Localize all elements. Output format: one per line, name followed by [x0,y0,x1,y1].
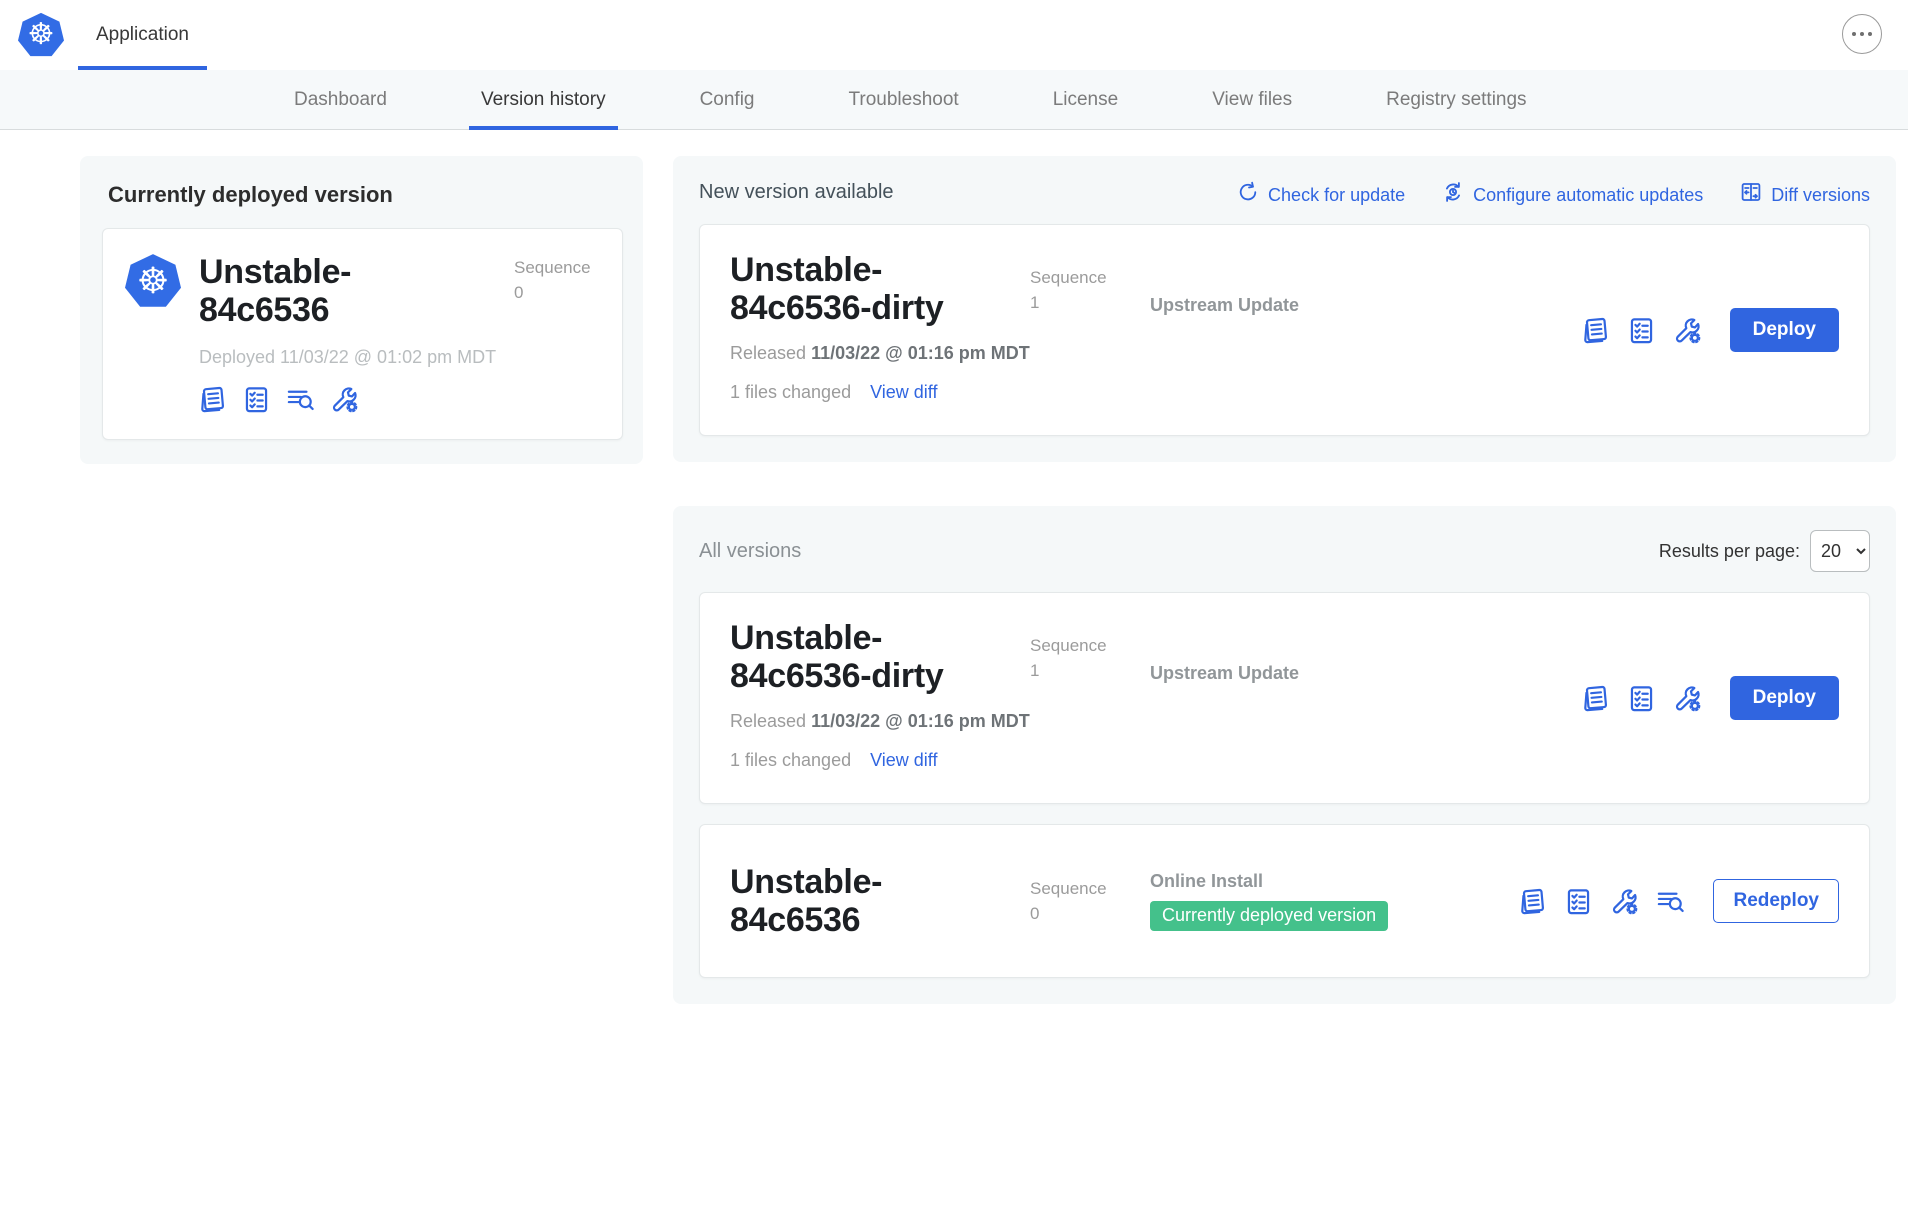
release-notes-icon[interactable] [1580,683,1611,714]
ellipsis-icon [1852,32,1856,36]
deployed-timestamp: Deployed 11/03/22 @ 01:02 pm MDT [199,347,598,368]
version-title: Unstable-84c6536 [730,863,992,939]
release-notes-icon[interactable] [197,384,228,415]
version-row: Unstable-84c6536-dirty Released 11/03/22… [699,592,1870,804]
new-version-title: New version available [699,181,894,204]
view-diff-link[interactable]: View diff [870,382,937,402]
version-source: Upstream Update [1150,663,1299,683]
deploy-button[interactable]: Deploy [1730,308,1839,352]
auto-update-icon [1441,180,1465,204]
tab-view-files[interactable]: View files [1200,70,1304,129]
version-title: Unstable-84c6536-dirty [730,619,992,695]
config-icon[interactable] [329,384,360,415]
diff-versions-link[interactable]: Diff versions [1739,180,1870,204]
check-for-update-link[interactable]: Check for update [1236,180,1405,204]
app-tab-label: Application [96,24,189,46]
view-logs-icon[interactable] [285,384,316,415]
deploy-button[interactable]: Deploy [1730,676,1839,720]
diff-icon [1739,180,1763,204]
view-logs-icon[interactable] [1655,886,1686,917]
app-icon: ☸ [125,253,181,309]
currently-deployed-title: Currently deployed version [108,182,623,208]
version-title: Unstable-84c6536-dirty [730,251,992,327]
tab-troubleshoot[interactable]: Troubleshoot [837,70,971,129]
app-tab[interactable]: Application [78,0,207,70]
app-navbar: Dashboard Version history Config Trouble… [0,70,1908,130]
deployed-sequence: Sequence 0 [514,255,598,329]
tab-dashboard[interactable]: Dashboard [282,70,399,129]
release-notes-icon[interactable] [1517,886,1548,917]
preflight-checks-icon[interactable] [1626,315,1657,346]
currently-deployed-badge: Currently deployed version [1150,901,1388,931]
released-timestamp: Released 11/03/22 @ 01:16 pm MDT [730,711,1030,732]
preflight-checks-icon[interactable] [1626,683,1657,714]
app-header: ☸ Application [0,0,1908,70]
version-sequence: Sequence 1 [1030,633,1150,777]
tab-version-history[interactable]: Version history [469,70,618,129]
results-per-page-select[interactable]: 20 [1810,530,1870,572]
configure-automatic-updates-link[interactable]: Configure automatic updates [1441,180,1703,204]
all-versions-panel: All versions Results per page: 20 Unstab… [673,506,1896,1004]
deployed-version-title: Unstable-84c6536 [199,253,431,329]
kubernetes-logo: ☸ [18,12,64,58]
more-menu-button[interactable] [1842,14,1882,54]
redeploy-button[interactable]: Redeploy [1713,879,1839,923]
tab-config[interactable]: Config [688,70,767,129]
version-row: Unstable-84c6536 Sequence 0 Online Insta… [699,824,1870,978]
tab-license[interactable]: License [1041,70,1131,129]
config-icon[interactable] [1609,886,1640,917]
all-versions-title: All versions [699,540,801,563]
version-source: Online Install [1150,871,1263,892]
new-version-card: Unstable-84c6536-dirty Released 11/03/22… [699,224,1870,436]
preflight-checks-icon[interactable] [1563,886,1594,917]
tab-registry-settings[interactable]: Registry settings [1374,70,1538,129]
version-source: Upstream Update [1150,295,1299,315]
refresh-icon [1236,180,1260,204]
release-notes-icon[interactable] [1580,315,1611,346]
deployed-version-card: ☸ Unstable-84c6536 Sequence 0 Deployed 1… [102,228,623,440]
currently-deployed-panel: Currently deployed version ☸ Unstable-84… [80,156,643,464]
version-sequence: Sequence 1 [1030,265,1150,409]
config-icon[interactable] [1672,315,1703,346]
config-icon[interactable] [1672,683,1703,714]
files-changed-label: 1 files changed [730,750,851,770]
results-per-page-label: Results per page: [1659,541,1800,562]
preflight-checks-icon[interactable] [241,384,272,415]
version-sequence: Sequence 0 [1030,876,1150,926]
released-timestamp: Released 11/03/22 @ 01:16 pm MDT [730,343,1030,364]
new-version-panel: New version available Check for update C… [673,156,1896,462]
files-changed-label: 1 files changed [730,382,851,402]
view-diff-link[interactable]: View diff [870,750,937,770]
